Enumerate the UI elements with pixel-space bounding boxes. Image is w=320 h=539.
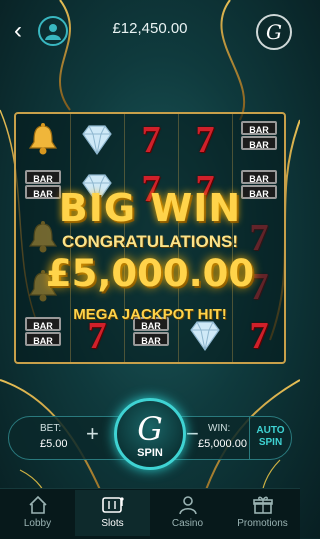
spin-button[interactable]: G SPIN: [114, 398, 186, 470]
decrease-bet-button[interactable]: −: [186, 421, 199, 447]
win-amount: £5,000.00: [45, 252, 255, 295]
nav-item-casino[interactable]: Casino: [150, 490, 225, 536]
bet-value[interactable]: £5.00: [40, 438, 68, 450]
spin-label: SPIN: [137, 447, 163, 459]
bet-label: BET:: [40, 423, 62, 434]
nav-item-lobby[interactable]: Lobby: [0, 490, 75, 536]
home-icon: [0, 494, 75, 518]
gift-icon: [225, 494, 300, 518]
bar-symbol: BAR BAR: [239, 120, 279, 160]
bell-icon: [23, 120, 63, 160]
slot-machine-icon: [75, 494, 150, 518]
seven-symbol: 7: [195, 119, 215, 161]
nav-item-slots[interactable]: Slots: [75, 490, 150, 536]
back-chevron-icon[interactable]: ‹: [8, 18, 28, 44]
jackpot-message: MEGA JACKPOT HIT!: [73, 306, 227, 323]
spin-logo-icon: G: [137, 410, 163, 448]
profile-avatar-icon[interactable]: [38, 16, 68, 46]
win-label: WIN:: [208, 423, 231, 434]
auto-spin-button[interactable]: AUTO SPIN: [249, 416, 291, 460]
diamond-icon: [77, 120, 117, 160]
seven-symbol: 7: [141, 119, 161, 161]
increase-bet-button[interactable]: +: [86, 421, 99, 447]
dealer-icon: [150, 494, 225, 518]
brand-logo: G: [256, 14, 292, 50]
nav-item-promotions[interactable]: Promotions: [225, 490, 300, 536]
big-win-title: BIG WIN: [58, 186, 242, 230]
congratulations-text: CONGRATULATIONS!: [62, 232, 238, 251]
account-balance: £12,450.00: [112, 20, 188, 37]
win-value: £5,000.00: [198, 438, 247, 450]
